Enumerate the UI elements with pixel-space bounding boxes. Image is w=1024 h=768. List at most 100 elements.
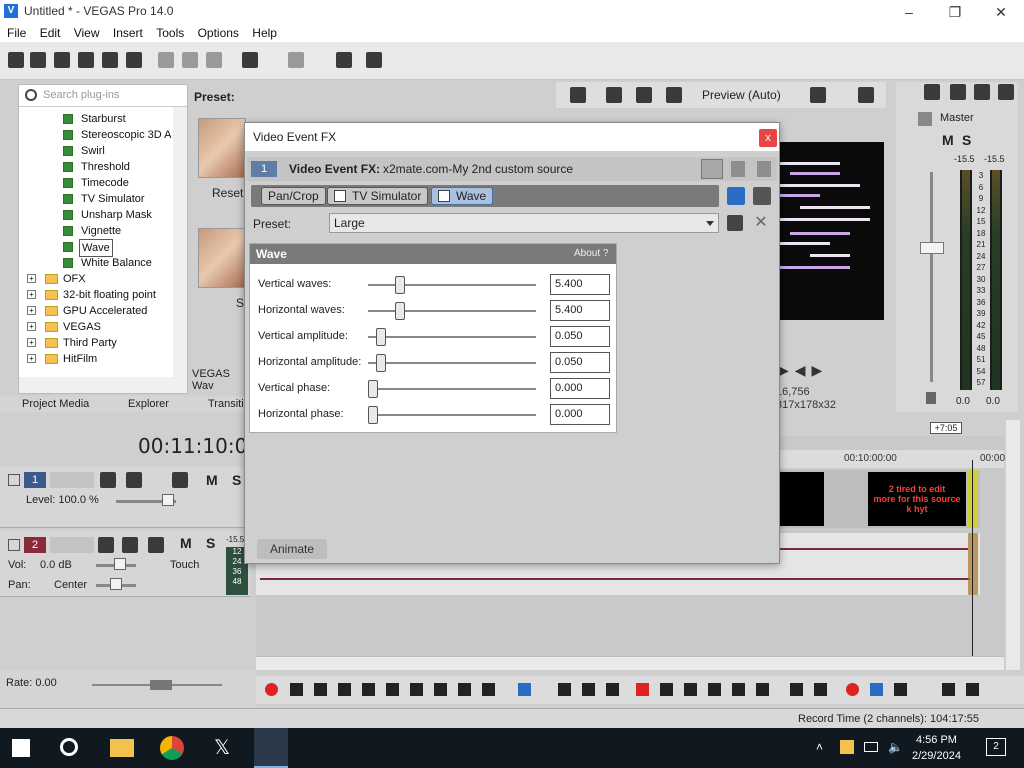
timeline-horizontal-scrollbar[interactable] xyxy=(256,656,1004,670)
preset-thumbnail[interactable] xyxy=(198,118,246,178)
list-view-icon[interactable] xyxy=(731,161,745,177)
play-icon[interactable] xyxy=(338,683,351,696)
track-name-field[interactable] xyxy=(50,537,94,553)
track2-solo-button[interactable]: S xyxy=(206,535,215,551)
plugin-folder[interactable]: + Third Party xyxy=(19,335,173,351)
plugin-folder[interactable]: + VEGAS xyxy=(19,319,173,335)
selection-tool-icon[interactable] xyxy=(582,683,595,696)
file-explorer-icon[interactable] xyxy=(110,739,134,757)
plugin-item[interactable]: Timecode xyxy=(19,175,173,191)
param-slider-knob[interactable] xyxy=(394,302,405,320)
tab-transitions[interactable]: Transiti xyxy=(208,396,244,412)
stop-icon[interactable] xyxy=(386,683,399,696)
rate-slider[interactable] xyxy=(150,680,172,690)
plugin-item[interactable]: Vignette xyxy=(19,223,173,239)
remove-plugin-icon[interactable] xyxy=(753,187,771,205)
plugin-item[interactable]: Unsharp Mask xyxy=(19,207,173,223)
copy-icon[interactable] xyxy=(182,52,198,68)
vegas-taskbar-icon[interactable] xyxy=(254,728,288,768)
copy-snapshot-icon[interactable] xyxy=(858,87,874,103)
save-icon[interactable] xyxy=(54,52,70,68)
level-slider[interactable] xyxy=(162,494,174,506)
dialog-close-button[interactable]: x xyxy=(759,129,777,147)
envelope-tool-icon[interactable] xyxy=(558,683,571,696)
go-to-end-icon[interactable] xyxy=(434,683,447,696)
track-collapse-icon[interactable] xyxy=(8,474,20,486)
param-slider-knob[interactable] xyxy=(368,406,378,424)
windows-start-icon[interactable] xyxy=(12,739,30,757)
chrome-icon[interactable] xyxy=(160,736,184,760)
split-icon[interactable] xyxy=(732,683,745,696)
trim-start-icon[interactable] xyxy=(684,683,697,696)
volume-icon[interactable]: 🔈 xyxy=(888,740,903,754)
expand-icon[interactable]: + xyxy=(27,274,36,283)
param-slider-knob[interactable] xyxy=(368,380,378,398)
track-fx-icon[interactable] xyxy=(172,472,188,488)
preview-playback-icons[interactable]: ▶◀▶ xyxy=(778,362,828,379)
track-fx-icon[interactable] xyxy=(148,537,164,553)
marker-icon[interactable] xyxy=(790,683,803,696)
tab-project-media[interactable]: Project Media xyxy=(22,396,89,412)
param-slider-knob[interactable] xyxy=(375,354,386,372)
close-window-button[interactable]: ✕ xyxy=(978,0,1024,24)
track1-solo-button[interactable]: S xyxy=(232,472,241,488)
menu-view[interactable]: View xyxy=(69,24,105,42)
search-icon[interactable] xyxy=(60,738,78,756)
record-icon[interactable] xyxy=(265,683,278,696)
plugin-item[interactable]: Threshold xyxy=(19,159,173,175)
menu-insert[interactable]: Insert xyxy=(108,24,148,42)
properties-gear-icon[interactable] xyxy=(126,52,142,68)
plugin-item[interactable]: TV Simulator xyxy=(19,191,173,207)
preset-dropdown[interactable]: Large xyxy=(329,213,719,233)
menu-options[interactable]: Options xyxy=(193,24,244,42)
lock-events-icon[interactable] xyxy=(756,683,769,696)
param-value-input[interactable]: 0.050 xyxy=(550,352,610,373)
next-frame-icon[interactable] xyxy=(482,683,495,696)
enable-snapping-icon[interactable] xyxy=(336,52,352,68)
auto-crossfade-icon[interactable] xyxy=(870,683,883,696)
menu-file[interactable]: File xyxy=(2,24,31,42)
checkbox-icon[interactable] xyxy=(438,190,450,202)
plugin-folder[interactable]: +32-bit floating point xyxy=(19,287,173,303)
undo-icon[interactable] xyxy=(242,52,258,68)
param-value-input[interactable]: 0.050 xyxy=(550,326,610,347)
compositing-mode-icon[interactable] xyxy=(100,472,116,488)
zoom-tool-icon[interactable] xyxy=(606,683,619,696)
about-button[interactable]: About ? xyxy=(574,248,608,259)
preview-quality-select[interactable]: Preview (Auto) xyxy=(702,88,781,102)
single-view-icon[interactable] xyxy=(701,159,723,179)
menu-edit[interactable]: Edit xyxy=(35,24,66,42)
expand-icon[interactable]: + xyxy=(27,354,36,363)
event-grouping-icon[interactable] xyxy=(942,683,955,696)
new-file-icon[interactable] xyxy=(8,52,24,68)
clip-edge-marker[interactable] xyxy=(968,533,978,595)
fx-tv-simulator-button[interactable]: TV Simulator xyxy=(327,187,429,205)
vol-slider[interactable] xyxy=(114,558,126,570)
expand-icon[interactable]: + xyxy=(27,290,36,299)
save-as-icon[interactable] xyxy=(78,52,94,68)
redo-icon[interactable] xyxy=(288,52,304,68)
automation-mode[interactable]: Touch xyxy=(170,559,199,571)
downmix-icon[interactable] xyxy=(974,84,990,100)
master-fader[interactable] xyxy=(920,242,944,254)
grid-view-icon[interactable] xyxy=(757,161,771,177)
arm-record-icon[interactable] xyxy=(98,537,114,553)
plugin-search[interactable]: Search plug-ins xyxy=(19,85,187,107)
invert-phase-icon[interactable] xyxy=(122,537,138,553)
paste-icon[interactable] xyxy=(206,52,222,68)
plugin-vertical-scrollbar[interactable] xyxy=(173,107,187,377)
notifications-icon[interactable]: 2 xyxy=(986,738,1006,756)
plugin-item[interactable]: Starburst xyxy=(19,111,173,127)
playhead[interactable] xyxy=(972,460,973,660)
auto-ripple-icon[interactable] xyxy=(894,683,907,696)
open-folder-icon[interactable] xyxy=(30,52,46,68)
region-icon[interactable] xyxy=(814,683,827,696)
plugin-folder[interactable]: + HitFilm xyxy=(19,351,173,367)
tray-chevron-icon[interactable]: ˄ xyxy=(816,740,823,754)
cut-icon[interactable] xyxy=(158,52,174,68)
external-monitor-icon[interactable] xyxy=(606,87,622,103)
plugin-item[interactable]: Swirl xyxy=(19,143,173,159)
master-mute-button[interactable]: M xyxy=(942,132,954,148)
expand-icon[interactable]: + xyxy=(27,322,36,331)
tab-explorer[interactable]: Explorer xyxy=(128,396,169,412)
